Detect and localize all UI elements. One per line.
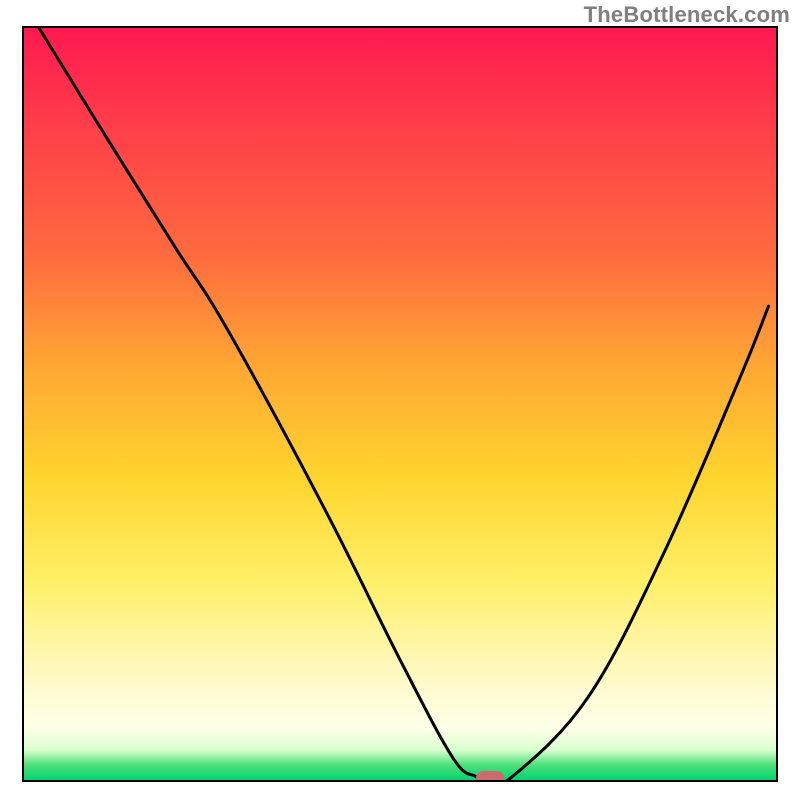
chart-stage: TheBottleneck.com — [0, 0, 800, 800]
plot-frame — [22, 26, 778, 782]
optimal-marker — [476, 771, 504, 782]
watermark-text: TheBottleneck.com — [584, 2, 790, 28]
bottleneck-curve — [24, 28, 776, 780]
